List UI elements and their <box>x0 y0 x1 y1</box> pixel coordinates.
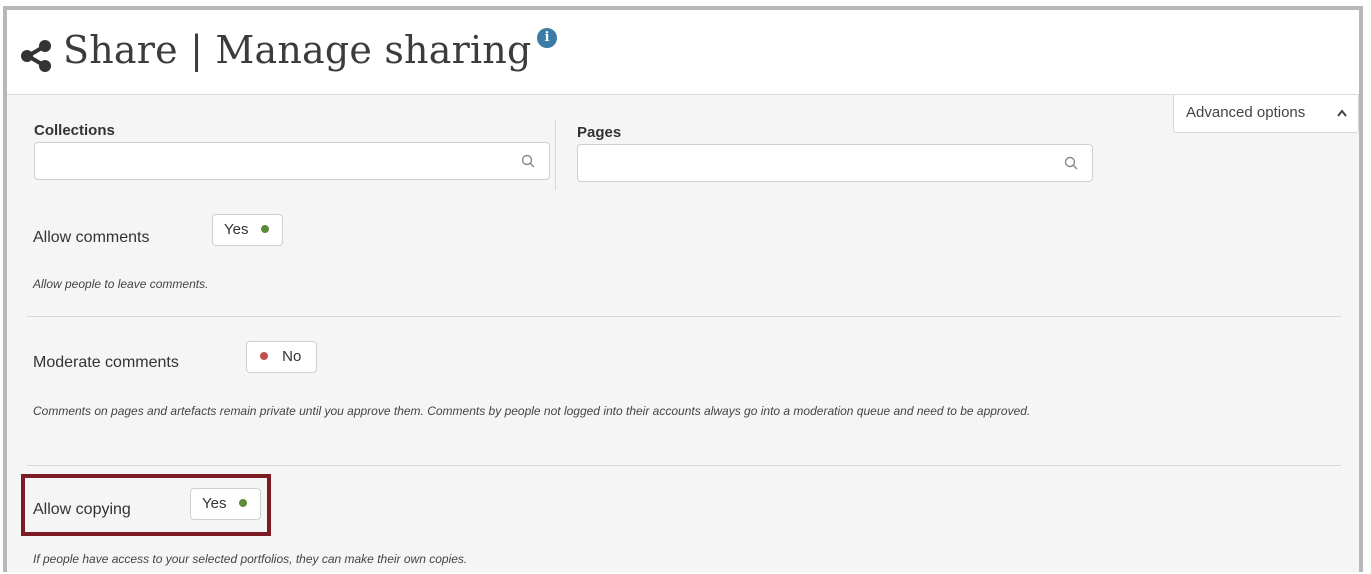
page-header: Share | Manage sharing i <box>7 10 1359 95</box>
allow-comments-label: Allow comments <box>33 229 150 246</box>
pages-search-input[interactable] <box>577 144 1093 182</box>
sharing-form: Advanced options Collections Pages Allow… <box>7 95 1359 572</box>
column-divider <box>555 120 556 190</box>
collections-search-input[interactable] <box>34 142 550 180</box>
allow-copying-toggle[interactable]: Yes <box>190 488 261 520</box>
info-icon[interactable]: i <box>537 28 557 48</box>
allow-copying-description: If people have access to your selected p… <box>33 552 468 566</box>
yes-status-dot <box>238 499 247 508</box>
moderate-comments-description: Comments on pages and artefacts remain p… <box>33 404 1031 418</box>
share-icon <box>21 40 51 72</box>
chevron-up-icon <box>1337 109 1347 117</box>
search-icon <box>1064 156 1078 170</box>
allow-comments-description: Allow people to leave comments. <box>33 277 209 291</box>
allow-comments-state: Yes <box>224 221 249 238</box>
allow-copying-state: Yes <box>202 495 227 512</box>
section-divider <box>27 316 1341 317</box>
advanced-options-button[interactable]: Advanced options <box>1173 95 1359 133</box>
pages-label: Pages <box>577 124 622 141</box>
allow-comments-toggle[interactable]: Yes <box>212 214 283 246</box>
advanced-options-label: Advanced options <box>1186 104 1306 121</box>
allow-copying-label: Allow copying <box>33 501 131 518</box>
moderate-comments-label: Moderate comments <box>33 354 179 371</box>
moderate-comments-state: No <box>282 348 302 365</box>
no-status-dot <box>260 352 268 361</box>
manage-sharing-panel: Share | Manage sharing i Advanced option… <box>3 6 1363 572</box>
search-icon <box>521 154 535 168</box>
yes-status-dot <box>260 225 269 234</box>
moderate-comments-toggle[interactable]: No <box>246 341 317 373</box>
section-divider <box>27 465 1341 466</box>
page-title: Share | Manage sharing <box>63 28 532 72</box>
collections-label: Collections <box>34 122 115 139</box>
